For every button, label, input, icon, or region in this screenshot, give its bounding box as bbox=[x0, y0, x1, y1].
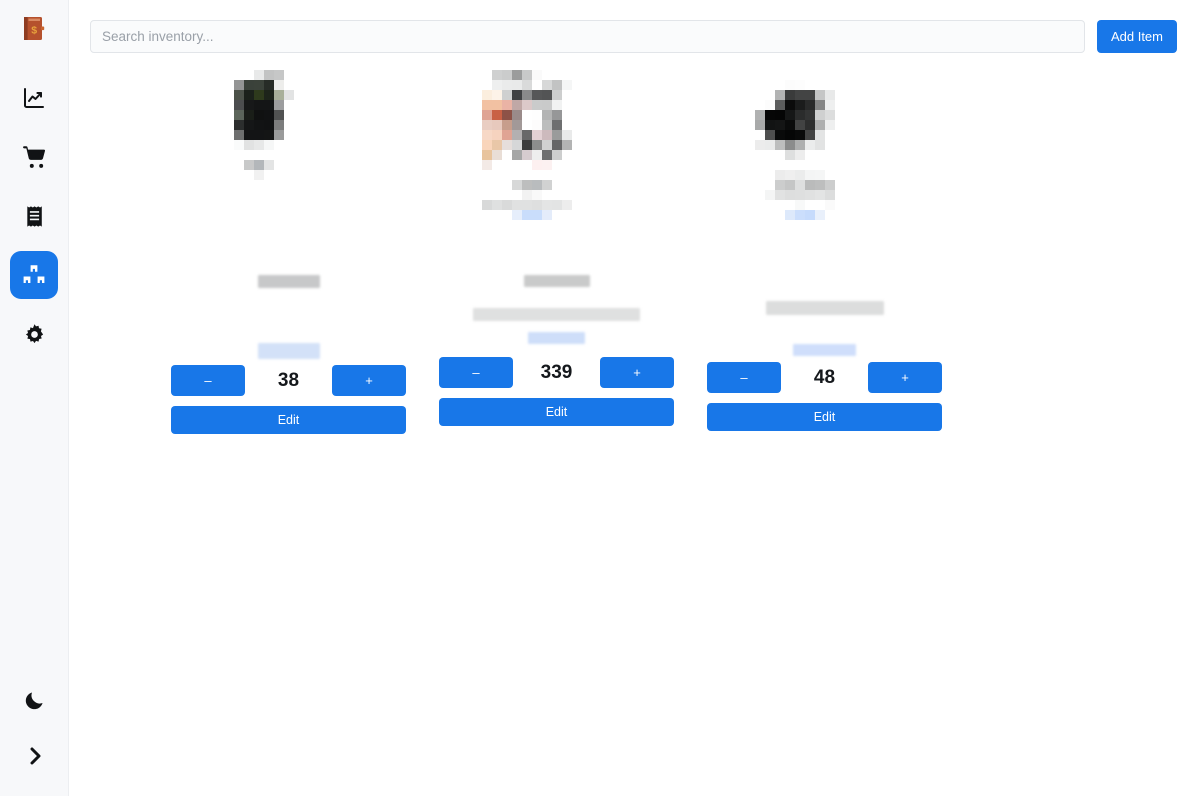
ledger-book-dollar-icon: $ bbox=[24, 17, 45, 40]
product-name-redacted bbox=[765, 301, 884, 315]
decrement-button[interactable]: – bbox=[439, 357, 513, 388]
svg-text:$: $ bbox=[31, 25, 37, 37]
quantity-stepper-1: – 38 + bbox=[171, 365, 406, 396]
product-price-redacted bbox=[528, 332, 585, 344]
receipt-icon bbox=[26, 205, 42, 227]
boxes-inventory-icon bbox=[23, 265, 45, 283]
redacted-product-photo-icon bbox=[233, 70, 344, 260]
quantity-value: 339 bbox=[540, 361, 573, 383]
sidebar-item-reports[interactable] bbox=[10, 74, 58, 122]
inventory-card-2[interactable]: – 339 + Edit bbox=[439, 70, 674, 426]
sidebar: $ bbox=[0, 0, 69, 796]
search-input[interactable] bbox=[90, 20, 1085, 53]
increment-button[interactable]: + bbox=[600, 357, 674, 388]
expand-sidebar-toggle[interactable] bbox=[11, 732, 59, 780]
product-price-redacted bbox=[793, 344, 856, 356]
chart-line-up-icon bbox=[24, 88, 44, 108]
edit-button[interactable]: Edit bbox=[171, 406, 406, 434]
quantity-value: 48 bbox=[813, 366, 836, 388]
decrement-button[interactable]: – bbox=[707, 362, 781, 393]
quantity-stepper-3: – 48 + bbox=[707, 362, 942, 393]
inventory-card-1[interactable]: – 38 + Edit bbox=[171, 70, 406, 434]
quantity-value: 38 bbox=[277, 369, 300, 391]
add-item-button[interactable]: Add Item bbox=[1096, 20, 1177, 53]
increment-button[interactable]: + bbox=[332, 365, 406, 396]
product-image-1 bbox=[171, 70, 406, 265]
chevron-right-icon bbox=[30, 747, 40, 765]
quantity-stepper-2: – 339 + bbox=[439, 357, 674, 388]
moon-icon bbox=[25, 691, 43, 709]
redacted-product-photo-icon bbox=[754, 70, 895, 260]
sidebar-item-sales[interactable] bbox=[10, 133, 58, 181]
sidebar-item-settings[interactable] bbox=[10, 310, 58, 358]
product-info-1 bbox=[171, 275, 406, 359]
increment-button[interactable]: + bbox=[868, 362, 942, 393]
sidebar-item-expenses[interactable] bbox=[10, 192, 58, 240]
gear-icon bbox=[25, 323, 43, 343]
decrement-button[interactable]: – bbox=[171, 365, 245, 396]
product-info-2 bbox=[439, 275, 674, 351]
product-image-3 bbox=[707, 70, 942, 265]
app-logo[interactable]: $ bbox=[17, 12, 51, 46]
shopping-cart-icon bbox=[22, 145, 45, 168]
edit-button[interactable]: Edit bbox=[439, 398, 674, 426]
dark-mode-toggle[interactable] bbox=[11, 676, 59, 724]
app-root: $ Search inventory... Add Item – 38 + Ed… bbox=[0, 0, 1196, 796]
main-content: Add Item bbox=[69, 0, 1196, 796]
inventory-grid: – 38 + Edit – 339 + Edit – 48 + Edit bbox=[69, 53, 1196, 434]
product-name-redacted bbox=[523, 275, 590, 287]
sidebar-nav bbox=[10, 74, 58, 358]
sidebar-item-inventory[interactable] bbox=[10, 251, 58, 299]
product-name-redacted bbox=[257, 275, 320, 288]
edit-button[interactable]: Edit bbox=[707, 403, 942, 431]
inventory-card-3[interactable]: – 48 + Edit bbox=[707, 70, 942, 431]
redacted-product-photo-icon bbox=[471, 70, 642, 260]
product-info-3 bbox=[707, 275, 942, 356]
product-description-redacted bbox=[473, 308, 640, 321]
product-image-2 bbox=[439, 70, 674, 265]
product-price-redacted bbox=[257, 343, 320, 359]
sidebar-bottom-actions bbox=[0, 676, 69, 780]
toolbar: Add Item bbox=[69, 0, 1196, 53]
